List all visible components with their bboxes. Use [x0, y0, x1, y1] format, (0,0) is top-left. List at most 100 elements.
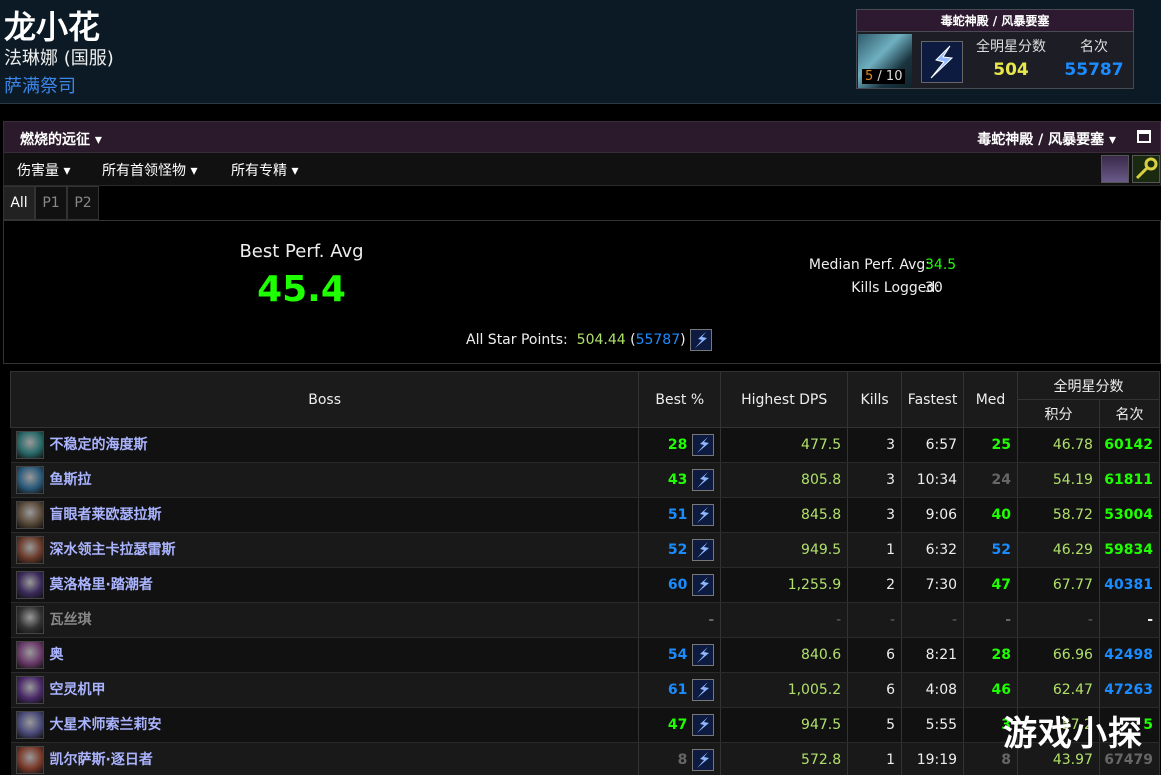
header-dps[interactable]: Highest DPS [720, 371, 849, 428]
chevron-down-icon: ▾ [63, 163, 71, 179]
table-row[interactable]: 莫洛格里·踏潮者 60 1,255.9 2 7:30 47 67.77 40381 [10, 567, 1161, 603]
zone-title: 毒蛇神殿 / 风暴要塞 [857, 10, 1133, 32]
boss-name-cell[interactable]: 莫洛格里·踏潮者 [10, 567, 640, 603]
boss-name-cell[interactable]: 不稳定的海度斯 [10, 427, 640, 463]
boss-name-cell[interactable]: 深水领主卡拉瑟雷斯 [10, 532, 640, 568]
chevron-down-icon: ▾ [190, 163, 198, 179]
points-cell: 54.19 [1017, 462, 1100, 498]
rank-cell: 53004 [1099, 497, 1161, 533]
lightning-spec-icon [692, 714, 715, 736]
table-row[interactable]: 瓦丝琪 - - - - - - - [10, 602, 1161, 638]
median-cell: 25 [963, 427, 1018, 463]
header-boss[interactable]: Boss [9, 371, 640, 428]
header-points[interactable]: 积分 [1017, 399, 1100, 428]
lightning-spec-icon [692, 574, 715, 596]
best-percent-cell: 47 [638, 707, 722, 743]
allstar-score: 全明星分数 504 [976, 39, 1046, 80]
watermark: 游戏小探 [1003, 714, 1143, 754]
boss-portrait-icon [15, 431, 44, 459]
boss-portrait-icon [15, 466, 44, 494]
median-cell: - [963, 602, 1018, 638]
zone-summary-box[interactable]: 毒蛇神殿 / 风暴要塞 5 / 10 全明星分数 504 名次 55787 [856, 9, 1134, 89]
kills-cell: 1 [847, 742, 903, 775]
boss-portrait-icon [15, 606, 44, 634]
table-row[interactable]: 鱼斯拉 43 805.8 3 10:34 24 54.19 61811 [10, 462, 1161, 498]
header-best[interactable]: Best % [638, 371, 722, 428]
best-percent-cell: 8 [638, 742, 722, 775]
best-percent-cell: - [638, 602, 722, 638]
points-cell: 62.47 [1017, 672, 1100, 708]
highest-dps-cell: 840.6 [720, 637, 849, 673]
zone-dropdown[interactable]: 毒蛇神殿 / 风暴要塞 ▾ [977, 129, 1116, 149]
metric-dropdown[interactable]: 伤害量 ▾ [17, 160, 70, 180]
kills-cell: 3 [847, 462, 903, 498]
median-cell: 28 [963, 637, 1018, 673]
lightning-spec-icon [690, 329, 713, 351]
lightning-spec-icon [692, 679, 715, 701]
boss-dropdown[interactable]: 所有首领怪物 ▾ [102, 160, 197, 180]
rank-cell: 60142 [1099, 427, 1161, 463]
allstar-rank-value[interactable]: 55787 [636, 332, 681, 348]
character-server[interactable]: 法琳娜 (国服) [4, 44, 114, 70]
boss-name-cell[interactable]: 奥 [10, 637, 640, 673]
best-percent-cell: 28 [638, 427, 722, 463]
header-rank[interactable]: 名次 [1098, 399, 1161, 428]
expansion-dropdown[interactable]: 燃烧的远征 ▾ [20, 129, 102, 149]
table-row[interactable]: 深水领主卡拉瑟雷斯 52 949.5 1 6:32 52 46.29 59834 [10, 532, 1161, 568]
gear-set-icon[interactable] [1101, 155, 1129, 183]
table-row[interactable]: 空灵机甲 61 1,005.2 6 4:08 46 62.47 47263 [10, 672, 1161, 708]
maximize-icon[interactable] [1137, 130, 1151, 143]
points-cell: 46.78 [1017, 427, 1100, 463]
boss-name-cell[interactable]: 瓦丝琪 [10, 602, 640, 638]
character-header: 龙小花 法琳娜 (国服) 萨满祭司 毒蛇神殿 / 风暴要塞 5 / 10 全明星… [0, 0, 1161, 104]
points-cell: 58.72 [1017, 497, 1100, 533]
header-med[interactable]: Med [963, 371, 1018, 428]
table-row[interactable]: 不稳定的海度斯 28 477.5 3 6:57 25 46.78 60142 [10, 427, 1161, 463]
tab-p2[interactable]: P2 [67, 186, 99, 220]
lightning-spec-icon [692, 539, 715, 561]
table-row[interactable]: 凯尔萨斯·逐日者 8 572.8 1 19:19 8 43.97 67479 [10, 742, 1161, 775]
lightning-spec-icon [692, 644, 715, 666]
boss-name-cell[interactable]: 大星术师索兰莉安 [10, 707, 640, 743]
highest-dps-cell: 949.5 [720, 532, 849, 568]
table-row[interactable]: 奥 54 840.6 6 8:21 28 66.96 42498 [10, 637, 1161, 673]
median-value: 34.5 [925, 257, 957, 273]
points-cell: 66.96 [1017, 637, 1100, 673]
best-percent-cell: 51 [638, 497, 722, 533]
fastest-cell: 6:32 [901, 532, 965, 568]
rank-cell: 61811 [1099, 462, 1161, 498]
kills-cell: 6 [847, 637, 903, 673]
boss-portrait-icon [15, 641, 44, 669]
boss-rankings-table: Boss Best % Highest DPS Kills Fastest Me… [9, 371, 1161, 775]
fastest-cell: 9:06 [901, 497, 965, 533]
kills-cell: 2 [847, 567, 903, 603]
spec-dropdown[interactable]: 所有专精 ▾ [231, 160, 298, 180]
boss-name-cell[interactable]: 盲眼者莱欧瑟拉斯 [10, 497, 640, 533]
header-fastest[interactable]: Fastest [901, 371, 965, 428]
character-class[interactable]: 萨满祭司 [4, 72, 76, 98]
table-row[interactable]: 盲眼者莱欧瑟拉斯 51 845.8 3 9:06 40 58.72 53004 [10, 497, 1161, 533]
zone-progress: 5 / 10 [862, 69, 906, 84]
best-percent-cell: 54 [638, 637, 722, 673]
rank-cell: 40381 [1099, 567, 1161, 603]
median-cell: 46 [963, 672, 1018, 708]
highest-dps-cell: 805.8 [720, 462, 849, 498]
phase-tabs: All P1 P2 [3, 186, 1161, 221]
fastest-cell: 7:30 [901, 567, 965, 603]
highest-dps-cell: 845.8 [720, 497, 849, 533]
table-row[interactable]: 大星术师索兰莉安 47 947.5 5 5:55 3 57.2 5 [10, 707, 1161, 743]
tab-p1[interactable]: P1 [35, 186, 67, 220]
boss-portrait-icon [15, 676, 44, 704]
allstar-rank: 名次 55787 [1064, 39, 1124, 80]
boss-name-cell[interactable]: 空灵机甲 [10, 672, 640, 708]
fastest-cell: - [901, 602, 965, 638]
boss-name-cell[interactable]: 凯尔萨斯·逐日者 [10, 742, 640, 775]
lightning-spec-icon [692, 749, 715, 771]
boss-portrait-icon [15, 711, 44, 739]
kills-cell: 3 [847, 427, 903, 463]
boss-name-cell[interactable]: 鱼斯拉 [10, 462, 640, 498]
chevron-down-icon: ▾ [1108, 132, 1116, 148]
tab-all[interactable]: All [3, 186, 35, 220]
key-icon[interactable] [1132, 155, 1160, 183]
header-kills[interactable]: Kills [847, 371, 903, 428]
